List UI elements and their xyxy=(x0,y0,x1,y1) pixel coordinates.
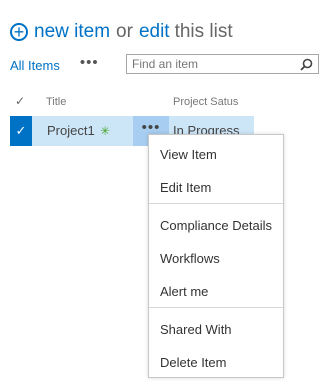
menu-item-delete-item[interactable]: Delete Item xyxy=(160,355,226,370)
this-list-text: this list xyxy=(174,21,233,42)
menu-item-edit-item[interactable]: Edit Item xyxy=(160,180,211,195)
menu-item-compliance-details[interactable]: Compliance Details xyxy=(160,218,272,233)
or-text: or xyxy=(116,21,133,42)
search-box[interactable] xyxy=(126,54,319,74)
menu-divider xyxy=(149,307,283,308)
menu-item-view-item[interactable]: View Item xyxy=(160,147,217,162)
select-all-check-icon[interactable]: ✓ xyxy=(15,94,25,108)
row-selected-check-icon[interactable]: ✓ xyxy=(10,116,32,146)
row-title-link[interactable]: Project1 xyxy=(47,123,95,138)
edit-list-link[interactable]: edit xyxy=(139,21,170,43)
list-header-row: ✓ Title Project Satus xyxy=(0,92,317,112)
view-more-ellipsis[interactable]: ••• xyxy=(80,54,99,71)
menu-divider xyxy=(149,203,283,204)
menu-item-alert-me[interactable]: Alert me xyxy=(160,284,208,299)
menu-item-workflows[interactable]: Workflows xyxy=(160,251,220,266)
new-item-indicator-icon: ✳ xyxy=(100,124,111,138)
new-item-link[interactable]: new item xyxy=(34,21,110,43)
column-header-project-status[interactable]: Project Satus xyxy=(173,96,238,108)
search-icon[interactable] xyxy=(300,58,313,76)
add-circle-icon[interactable]: + xyxy=(10,23,28,41)
menu-item-shared-with[interactable]: Shared With xyxy=(160,322,232,337)
new-item-bar: + new item or edit this list xyxy=(10,18,233,46)
search-input[interactable] xyxy=(127,56,292,72)
column-header-title[interactable]: Title xyxy=(46,96,66,108)
all-items-view-link[interactable]: All Items xyxy=(10,58,60,73)
item-context-menu: View Item Edit Item Compliance Details W… xyxy=(148,134,284,378)
view-bar: All Items ••• xyxy=(10,54,319,76)
